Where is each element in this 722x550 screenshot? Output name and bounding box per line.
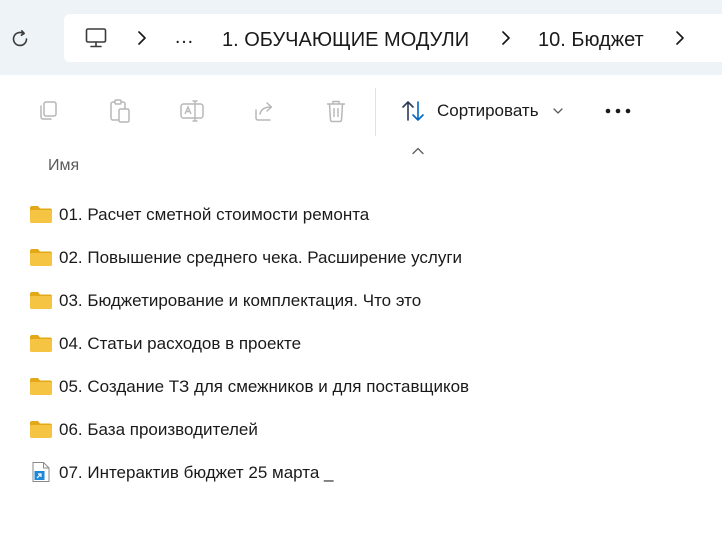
share-button[interactable] [248, 95, 280, 127]
list-item-label: 07. Интерактив бюджет 25 марта _ [59, 463, 334, 482]
chevron-right-icon[interactable] [672, 29, 688, 47]
trash-icon [327, 100, 345, 123]
breadcrumb: … 1. ОБУЧАЮЩИЕ МОДУЛИ 10. Бюджет [64, 14, 722, 62]
breadcrumb-overflow[interactable]: … [174, 25, 195, 49]
sort-label: Сортировать [437, 101, 539, 120]
folder-icon [30, 206, 52, 223]
this-pc-icon[interactable] [84, 26, 108, 50]
list-item[interactable]: 07. Интерактив бюджет 25 марта _ [0, 451, 722, 494]
list-item[interactable]: 05. Создание ТЗ для смежников и для пост… [0, 365, 722, 408]
address-bar: … 1. ОБУЧАЮЩИЕ МОДУЛИ 10. Бюджет [0, 0, 722, 75]
list-item-label: 04. Статьи расходов в проекте [59, 334, 302, 353]
share-icon [255, 102, 273, 121]
sort-ascending-icon [412, 147, 424, 155]
column-header-row: Имя [0, 147, 722, 187]
list-item[interactable]: 03. Бюджетирование и комплектация. Что э… [0, 279, 722, 322]
copy-icon [40, 101, 57, 120]
breadcrumb-item-budget[interactable]: 10. Бюджет [538, 28, 644, 52]
sort-button[interactable]: Сортировать [394, 93, 574, 129]
more-icon [605, 108, 631, 114]
folder-icon [30, 378, 52, 395]
folder-icon [30, 292, 52, 309]
more-options-button[interactable] [598, 97, 638, 125]
list-item[interactable]: 06. База производителей [0, 408, 722, 451]
list-item-label: 03. Бюджетирование и комплектация. Что э… [59, 291, 422, 310]
chevron-down-icon [553, 108, 563, 114]
breadcrumb-item-modules[interactable]: 1. ОБУЧАЮЩИЕ МОДУЛИ [222, 28, 469, 52]
rename-button[interactable] [176, 95, 208, 127]
chevron-right-icon[interactable] [498, 29, 514, 47]
chevron-right-icon[interactable] [134, 29, 150, 47]
delete-button[interactable] [320, 95, 352, 127]
sort-icon [402, 101, 424, 121]
command-bar: Сортировать [0, 75, 722, 147]
list-item[interactable]: 01. Расчет сметной стоимости ремонта [0, 193, 722, 236]
folder-icon [30, 335, 52, 352]
shortcut-file-icon [32, 462, 50, 482]
refresh-button[interactable] [6, 25, 34, 53]
folder-icon [30, 421, 52, 438]
rename-icon [180, 100, 204, 122]
list-item-label: 05. Создание ТЗ для смежников и для пост… [59, 377, 470, 396]
file-list: 01. Расчет сметной стоимости ремонта 02.… [0, 193, 722, 494]
toolbar-divider [375, 88, 376, 136]
list-item[interactable]: 02. Повышение среднего чека. Расширение … [0, 236, 722, 279]
folder-icon [30, 249, 52, 266]
paste-button[interactable] [104, 95, 136, 127]
refresh-icon [12, 30, 28, 47]
copy-button[interactable] [32, 95, 64, 127]
paste-icon [110, 99, 130, 123]
column-header-name[interactable]: Имя [48, 157, 79, 175]
list-item[interactable]: 04. Статьи расходов в проекте [0, 322, 722, 365]
list-item-label: 01. Расчет сметной стоимости ремонта [59, 205, 370, 224]
list-item-label: 02. Повышение среднего чека. Расширение … [59, 248, 463, 267]
list-item-label: 06. База производителей [59, 420, 258, 439]
